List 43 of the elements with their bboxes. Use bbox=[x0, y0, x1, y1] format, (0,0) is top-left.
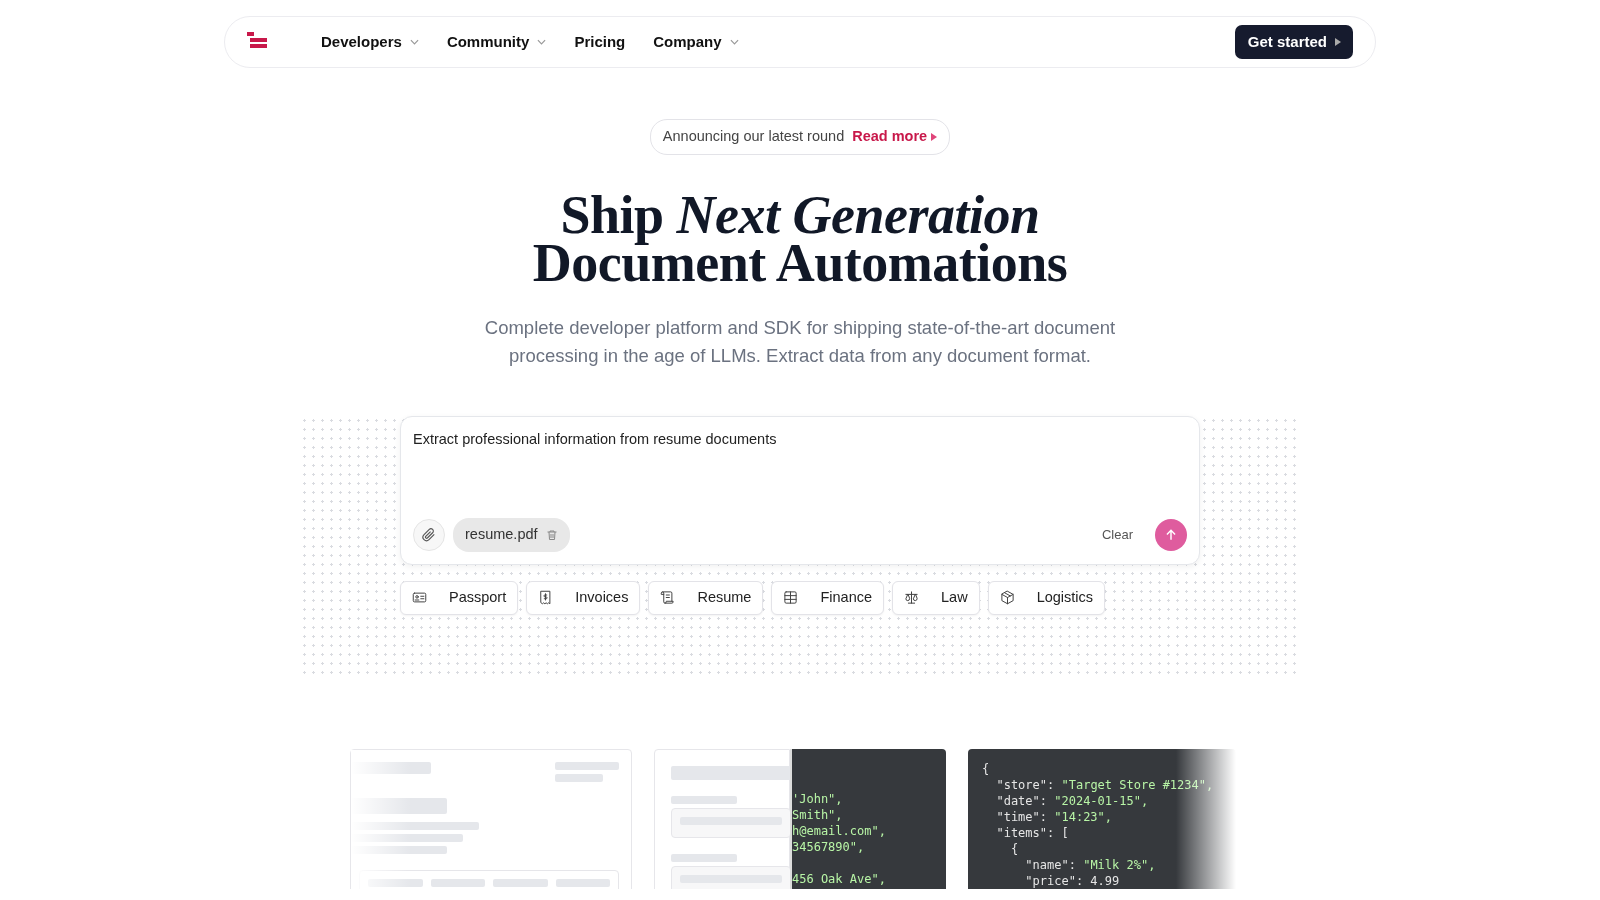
category-chip[interactable]: Logistics bbox=[987, 580, 1106, 615]
table-icon bbox=[783, 590, 799, 606]
code-line: { bbox=[982, 760, 991, 777]
category-chip[interactable]: Resume bbox=[648, 580, 764, 615]
send-button[interactable] bbox=[1155, 518, 1187, 551]
category-chip[interactable]: Passport bbox=[400, 580, 519, 615]
category-chip[interactable]: Law bbox=[892, 580, 980, 615]
code-line: "store": "Target Store #1234", bbox=[995, 776, 1215, 793]
code-line: { bbox=[1009, 840, 1020, 857]
arrow-up-icon bbox=[1164, 527, 1178, 542]
code-line: "time": "14:23", bbox=[995, 808, 1114, 825]
hero-subtitle: Complete developer platform and SDK for shipping state-of-the-art document processing in the age of LLMs. Extract data from any document format. bbox=[483, 315, 1117, 368]
code-line: "date": "2024-01-15", bbox=[995, 792, 1150, 809]
receipt-icon bbox=[538, 590, 554, 606]
read-more-link[interactable]: Read more bbox=[852, 126, 938, 148]
code-line: 34567890", bbox=[792, 838, 866, 855]
nav-link[interactable]: Developers bbox=[321, 30, 419, 54]
nav-link[interactable]: Community bbox=[446, 30, 547, 54]
triangle-right-icon bbox=[931, 132, 938, 141]
get-started-button[interactable]: Get started bbox=[1234, 24, 1353, 60]
file-name: resume.pdf bbox=[465, 525, 538, 544]
code-line: 'John", bbox=[792, 790, 844, 807]
code-line: h@email.com", bbox=[792, 822, 887, 839]
category-chip[interactable]: Invoices bbox=[526, 580, 641, 615]
scales-icon bbox=[904, 590, 920, 606]
category-chip[interactable]: Finance bbox=[771, 580, 885, 615]
code-line: 456 Oak Ave", bbox=[792, 870, 887, 887]
attachment-chip[interactable]: resume.pdf bbox=[453, 518, 570, 552]
code-line: "name": "Milk 2%", bbox=[1024, 856, 1157, 873]
clear-button[interactable]: Clear bbox=[1095, 524, 1139, 546]
box-icon bbox=[999, 590, 1015, 606]
attach-button[interactable] bbox=[413, 518, 445, 551]
code-line: "price": 4.99 bbox=[1024, 872, 1121, 889]
trash-icon[interactable] bbox=[545, 528, 558, 541]
paperclip-icon bbox=[422, 527, 436, 542]
triangle-right-icon bbox=[1335, 38, 1341, 46]
id-card-icon bbox=[412, 590, 427, 606]
nav-link[interactable]: Company bbox=[653, 30, 739, 54]
code-line: "items": [ bbox=[995, 824, 1070, 841]
announcement-text: Announcing our latest round bbox=[662, 127, 845, 146]
scroll-icon bbox=[660, 590, 676, 606]
nav-link[interactable]: Pricing bbox=[574, 30, 626, 54]
code-line: Smith", bbox=[792, 806, 844, 823]
